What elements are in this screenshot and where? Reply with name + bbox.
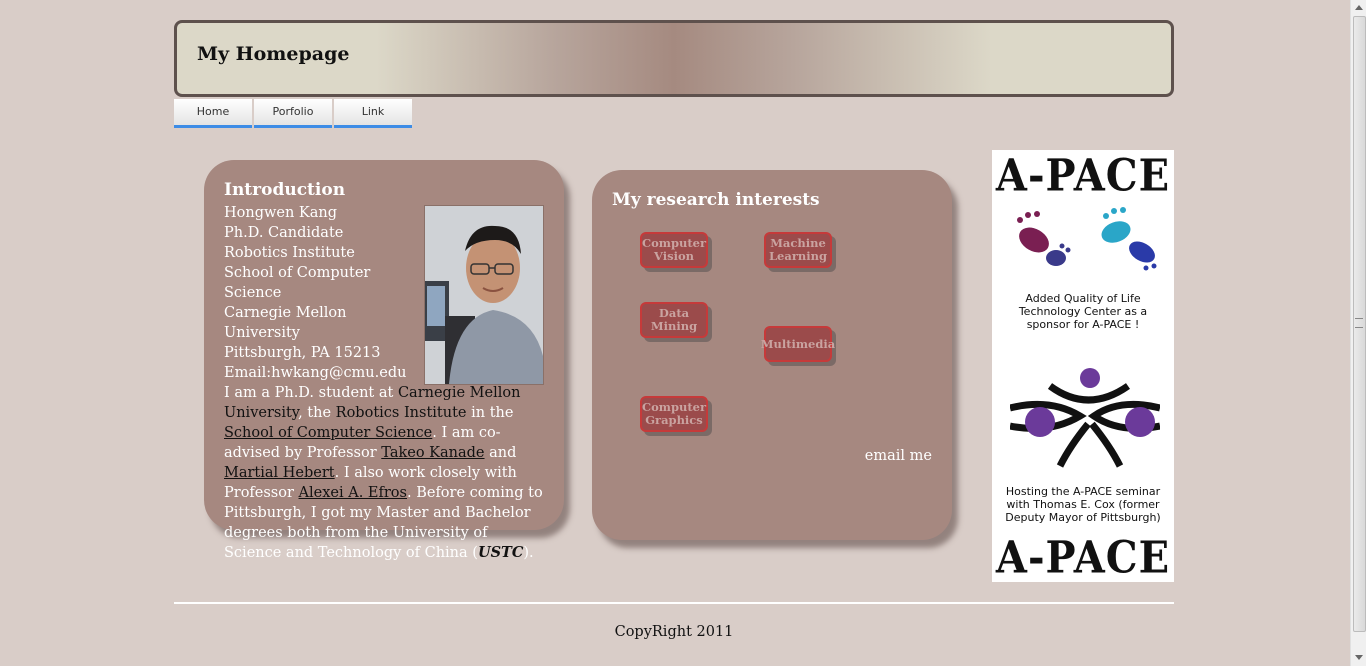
scroll-down-icon[interactable] — [1355, 655, 1363, 660]
hebert-link[interactable]: Martial Hebert — [224, 465, 335, 481]
footer-divider — [174, 602, 1174, 604]
efros-link[interactable]: Alexei A. Efros — [299, 485, 407, 501]
scrollbar-grip-icon — [1355, 318, 1363, 328]
topic-data-mining[interactable]: Data Mining — [640, 302, 708, 338]
apace-logo-top: A-PACE — [995, 150, 1171, 202]
apace-caption-sponsor: Added Quality of Life Technology Center … — [1018, 292, 1148, 331]
site-title: My Homepage — [197, 43, 350, 65]
topic-machine-learning[interactable]: Machine Learning — [764, 232, 832, 268]
apace-caption-seminar: Hosting the A-PACE seminar with Thomas E… — [1005, 485, 1161, 524]
footprints-icon — [1017, 207, 1157, 271]
topic-computer-vision[interactable]: Computer Vision — [640, 232, 708, 268]
bio-text: in the — [466, 405, 514, 421]
tab-portfolio[interactable]: Porfolio — [254, 99, 332, 128]
tab-home[interactable]: Home — [174, 99, 252, 128]
bio-text: and — [484, 445, 517, 461]
introduction-card: Introduction Hongwen Kang Ph.D. Candidat… — [204, 160, 564, 561]
introduction-text: Hongwen Kang Ph.D. Candidate Robotics In… — [224, 203, 544, 563]
nav-tabs: Home Porfolio Link — [174, 99, 414, 129]
apace-logo-bottom: A-PACE — [995, 531, 1171, 582]
research-card: My research interests Computer Vision Ma… — [592, 170, 952, 540]
ustc-text: USTC — [477, 544, 524, 561]
research-heading: My research interests — [612, 190, 820, 210]
vertical-scrollbar[interactable] — [1350, 0, 1366, 666]
robotics-institute-text: Robotics Institute — [335, 405, 467, 421]
scroll-up-icon[interactable] — [1355, 5, 1363, 10]
tab-link[interactable]: Link — [334, 99, 412, 128]
apace-banner[interactable]: A-PACE Added Quality of Life Technology … — [992, 150, 1174, 582]
site-header: My Homepage — [174, 20, 1174, 97]
page: My Homepage Home Porfolio Link Introduct… — [0, 0, 1350, 666]
apace-emblem-icon — [1010, 368, 1160, 468]
bio-text: I am a Ph.D. student at — [224, 385, 398, 401]
topic-computer-graphics[interactable]: Computer Graphics — [640, 396, 708, 432]
bio-text: , the — [298, 405, 336, 421]
introduction-heading: Introduction — [224, 180, 346, 200]
topic-multimedia[interactable]: Multimedia — [761, 326, 835, 362]
scs-link[interactable]: School of Computer Science — [224, 425, 432, 441]
bio-text: ). — [523, 545, 534, 561]
email-me-link[interactable]: email me — [865, 448, 932, 464]
copyright: CopyRight 2011 — [614, 624, 734, 640]
kanade-link[interactable]: Takeo Kanade — [381, 445, 484, 461]
